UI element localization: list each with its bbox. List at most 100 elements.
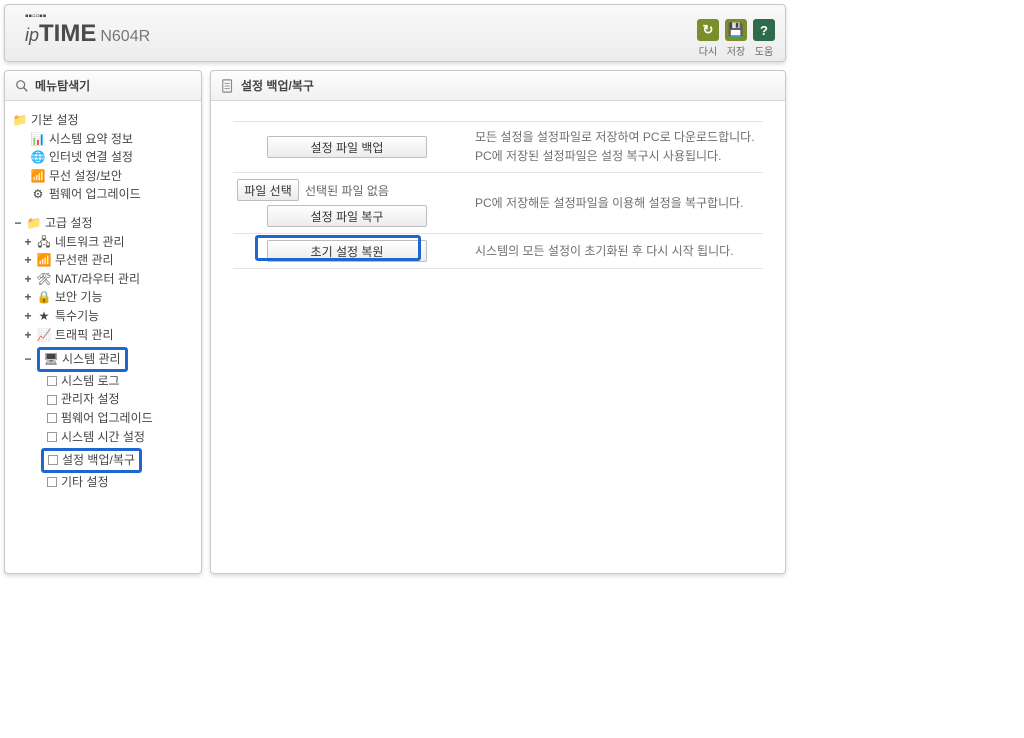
tree-leaf-label: 보안 기능 [55,288,103,307]
expand-icon[interactable]: + [23,270,33,289]
wifi-icon: 📶 [37,254,51,266]
expand-icon[interactable]: + [23,307,33,326]
help-icon: ? [753,19,775,41]
globe-icon: 🌐 [31,151,45,163]
tool-refresh-label: 다시 [699,43,717,58]
traffic-icon: 📈 [37,329,51,341]
expand-icon[interactable]: + [23,326,33,345]
tree-leaf-label: 시스템 요약 정보 [49,130,133,149]
page-icon [48,455,58,465]
tree-leaf-label: 관리자 설정 [61,390,120,409]
tree-leaf-label: NAT/라우터 관리 [55,270,140,289]
expand-icon[interactable]: + [23,288,33,307]
file-state-label: 선택된 파일 없음 [305,182,389,199]
tree-basic-summary[interactable]: 📊 시스템 요약 정보 [13,130,195,149]
tree-sys-backup[interactable]: 설정 백업/복구 [13,448,195,473]
chart-icon: 📊 [31,133,45,145]
tree-sys-fw[interactable]: 펌웨어 업그레이드 [13,409,195,428]
tree-leaf-label: 무선랜 관리 [55,251,114,270]
tree-adv-special[interactable]: + ★ 특수기능 [13,307,195,326]
tree-basic-wireless[interactable]: 📶 무선 설정/보안 [13,167,195,186]
sidebar-title-bar: 메뉴탐색기 [5,71,201,101]
tree-advanced[interactable]: − 📁 고급 설정 [13,214,195,233]
backup-desc-line1: 모든 설정을 설정파일로 저장하여 PC로 다운로드합니다. [475,128,755,147]
sidebar-title: 메뉴탐색기 [35,77,90,94]
logo: ip TIME N604R [25,20,775,48]
tree-sys-time[interactable]: 시스템 시간 설정 [13,428,195,447]
backup-description: 모든 설정을 설정파일로 저장하여 PC로 다운로드합니다. PC에 저장된 설… [475,128,755,166]
page-icon [47,432,57,442]
collapse-icon[interactable]: − [13,214,23,233]
tree-leaf-label: 특수기능 [55,307,99,326]
logo-model: N604R [100,28,150,46]
tree-basic-internet[interactable]: 🌐 인터넷 연결 설정 [13,148,195,167]
tool-help-label: 도움 [755,43,773,58]
factory-reset-button[interactable]: 초기 설정 복원 [267,240,427,262]
logo-ip: ip [25,25,39,46]
network-icon: 🖧 [37,236,51,248]
search-icon [15,79,29,93]
tree-leaf-label: 네트워크 관리 [55,233,125,252]
expand-icon[interactable]: + [23,233,33,252]
router-icon: 🛠 [37,273,51,285]
expand-icon[interactable]: + [23,251,33,270]
tree-leaf-label: 시스템 관리 [62,350,121,369]
backup-desc-line2: PC에 저장된 설정파일은 설정 복구시 사용됩니다. [475,147,755,166]
row-restore: 파일 선택 선택된 파일 없음 설정 파일 복구 PC에 저장해둔 설정파일을 … [233,173,763,234]
collapse-icon[interactable]: − [23,350,33,369]
page-icon [47,477,57,487]
tree-leaf-label: 무선 설정/보안 [49,167,122,186]
tree-adv-network[interactable]: + 🖧 네트워크 관리 [13,233,195,252]
tree-adv-system[interactable]: − 🖥 시스템 관리 [13,347,195,372]
tree-leaf-label: 펌웨어 업그레이드 [61,409,153,428]
tree-sys-log[interactable]: 시스템 로그 [13,372,195,391]
header-tools: ↻ 다시 💾 저장 ? 도움 [697,19,775,58]
folder-icon: 📁 [13,114,27,126]
tree-sys-etc[interactable]: 기타 설정 [13,473,195,492]
sidebar-panel: 메뉴탐색기 📁 기본 설정 📊 시스템 요약 정보 🌐 인터넷 연결 설정 � [4,70,202,574]
system-icon: 🖥 [44,353,58,365]
tree-leaf-label: 시스템 시간 설정 [61,428,145,447]
page-icon [47,395,57,405]
main-title: 설정 백업/복구 [241,77,314,94]
tree-basic-firmware[interactable]: ⚙ 펌웨어 업그레이드 [13,185,195,204]
tree-adv-wlan[interactable]: + 📶 무선랜 관리 [13,251,195,270]
tree-adv-traffic[interactable]: + 📈 트래픽 관리 [13,326,195,345]
page-icon [47,376,57,386]
star-icon: ★ [37,310,51,322]
restore-button[interactable]: 설정 파일 복구 [267,205,427,227]
tree-leaf-label: 인터넷 연결 설정 [49,148,133,167]
tool-help[interactable]: ? 도움 [753,19,775,58]
tool-save-label: 저장 [727,43,745,58]
tree-leaf-label: 펌웨어 업그레이드 [49,185,141,204]
page-icon [47,413,57,423]
menu-tree: 📁 기본 설정 📊 시스템 요약 정보 🌐 인터넷 연결 설정 📶 무선 설정/… [5,101,201,497]
restore-description: PC에 저장해둔 설정파일을 이용해 설정을 복구합니다. [475,194,744,213]
tree-sys-admin[interactable]: 관리자 설정 [13,390,195,409]
gear-icon: ⚙ [31,189,45,201]
save-icon: 💾 [725,19,747,41]
app-header: ▪▪▫▫▪▪ ip TIME N604R ↻ 다시 💾 저장 ? 도움 [4,4,786,62]
lock-icon: 🔒 [37,292,51,304]
choose-file-button[interactable]: 파일 선택 [237,179,299,201]
tool-refresh[interactable]: ↻ 다시 [697,19,719,58]
reset-description: 시스템의 모든 설정이 초기화된 후 다시 시작 됩니다. [475,242,734,261]
tree-advanced-label: 고급 설정 [45,214,93,233]
refresh-icon: ↻ [697,19,719,41]
tree-adv-nat[interactable]: + 🛠 NAT/라우터 관리 [13,270,195,289]
row-backup: 설정 파일 백업 모든 설정을 설정파일로 저장하여 PC로 다운로드합니다. … [233,122,763,173]
main-title-bar: 설정 백업/복구 [211,71,785,101]
tree-adv-sec[interactable]: + 🔒 보안 기능 [13,288,195,307]
tree-leaf-label: 시스템 로그 [61,372,120,391]
tree-leaf-label: 설정 백업/복구 [62,451,135,470]
wifi-icon: 📶 [31,170,45,182]
page-icon [221,79,235,93]
tree-leaf-label: 트래픽 관리 [55,326,114,345]
row-reset: 초기 설정 복원 시스템의 모든 설정이 초기화된 후 다시 시작 됩니다. [233,234,763,269]
tree-basic-label: 기본 설정 [31,111,79,130]
backup-button[interactable]: 설정 파일 백업 [267,136,427,158]
tree-basic[interactable]: 📁 기본 설정 [13,111,195,130]
folder-icon: 📁 [27,217,41,229]
tool-save[interactable]: 💾 저장 [725,19,747,58]
main-panel: 설정 백업/복구 설정 파일 백업 모든 설정을 설정파일로 저장하여 PC로 … [210,70,786,574]
